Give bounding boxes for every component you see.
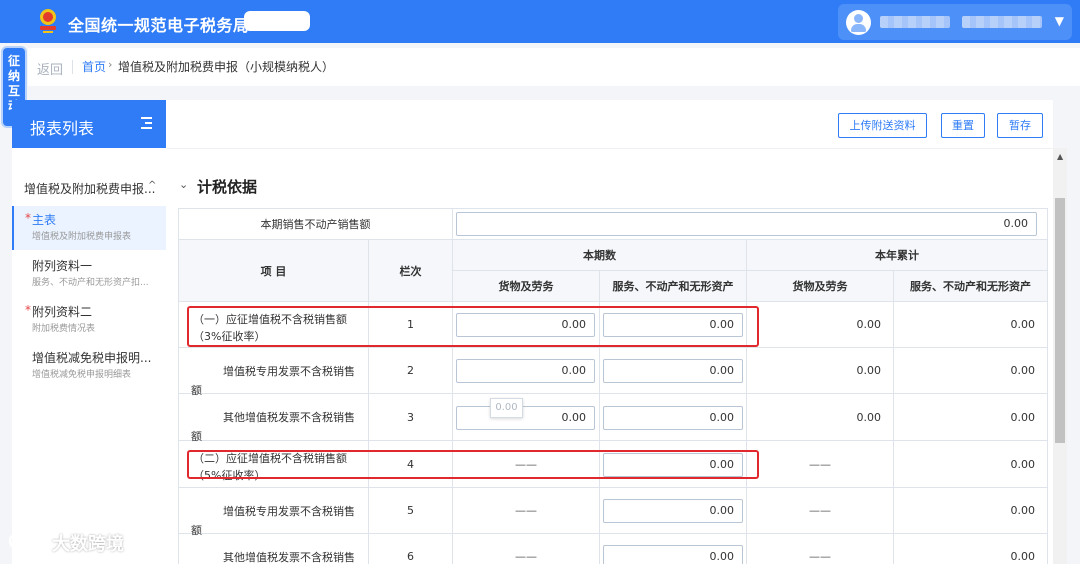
ytd-services: 0.00: [894, 441, 1048, 488]
top-header: 全国统一规范电子税务局 ▼: [0, 0, 1080, 43]
goods-cell: ——: [453, 534, 600, 564]
sidebar-item-sub: 附加税费情况表: [32, 324, 96, 334]
line-number: 2: [369, 348, 453, 394]
upload-attachment-button[interactable]: 上传附送资料: [838, 113, 927, 138]
chevron-up-icon[interactable]: ^: [148, 180, 156, 191]
required-mark: *: [25, 303, 31, 317]
table-row-label: 增值税专用发票不含税销售额: [179, 348, 369, 397]
input-tooltip: 0.00: [490, 398, 523, 418]
user-name-redacted: [880, 16, 950, 28]
header-services: 服务、不动产和无形资产: [600, 271, 747, 302]
header-ytd: 本年累计: [747, 240, 1048, 271]
ytd-goods: 0.00: [747, 302, 894, 348]
save-draft-button[interactable]: 暂存: [997, 113, 1043, 138]
sidebar-group-vat[interactable]: 增值税及附加税费申报...: [24, 180, 155, 197]
line-number: 6: [369, 534, 453, 564]
table-row-label: （一）应征增值税不含税销售额 （3%征收率）: [179, 302, 369, 348]
required-mark: *: [25, 211, 31, 225]
breadcrumb-home-link[interactable]: 首页: [82, 58, 106, 75]
table-row-label: （二）应征增值税不含税销售额 （5%征收率）: [179, 441, 369, 488]
ytd-goods: ——: [747, 488, 894, 534]
sidebar-item-schedule-1[interactable]: 附列资料一 服务、不动产和无形资产扣...: [12, 252, 166, 296]
ytd-services: 0.00: [894, 302, 1048, 348]
real-estate-label: 本期销售不动产销售额: [179, 209, 453, 240]
sidebar-item-label: 附列资料二: [32, 305, 93, 319]
real-estate-sales-input[interactable]: 0.00: [456, 212, 1037, 236]
header-ytd-goods: 货物及劳务: [747, 271, 894, 302]
line-number: 4: [369, 441, 453, 488]
line-number: 3: [369, 394, 453, 441]
row1-services-input[interactable]: 0.00: [603, 313, 743, 337]
header-goods: 货物及劳务: [453, 271, 600, 302]
ytd-goods: ——: [747, 441, 894, 488]
row5-services-input[interactable]: 0.00: [603, 499, 743, 523]
table-row-label: 其他增值税发票不含税销售额: [179, 394, 369, 443]
avatar: [846, 10, 871, 35]
ytd-goods: 0.00: [747, 348, 894, 394]
row1-goods-input[interactable]: 0.00: [456, 313, 595, 337]
header-current-period: 本期数: [453, 240, 747, 271]
sidebar-item-main-form[interactable]: * 主表 增值税及附加税费申报表: [12, 206, 166, 250]
user-company-redacted: [962, 16, 1042, 28]
goods-cell: ——: [453, 441, 600, 488]
header-ytd-services: 服务、不动产和无形资产: [894, 271, 1048, 302]
ytd-services: 0.00: [894, 394, 1048, 441]
ytd-goods: ——: [747, 534, 894, 564]
reset-button[interactable]: 重置: [941, 113, 985, 138]
chevron-right-icon: ›: [108, 58, 113, 71]
region-selector[interactable]: [244, 11, 310, 31]
sidebar-item-sub: 增值税减免税申报明细表: [32, 370, 132, 380]
chevron-down-icon[interactable]: ⌄: [179, 178, 188, 191]
report-list-sidebar: 报表列表 增值税及附加税费申报... ^ * 主表 增值税及附加税费申报表 附列…: [12, 100, 167, 564]
row4-services-input[interactable]: 0.00: [603, 453, 743, 477]
watermark-text: 大数跨境: [52, 534, 124, 555]
line-number: 1: [369, 302, 453, 348]
row2-goods-input[interactable]: 0.00: [456, 359, 595, 383]
chevron-down-icon[interactable]: ▼: [1055, 14, 1064, 28]
row3-services-input[interactable]: 0.00: [603, 406, 743, 430]
row3-goods-input[interactable]: 0.00: [456, 406, 595, 430]
watermark-logo-icon: [8, 532, 45, 550]
divider: [72, 60, 73, 74]
breadcrumb: 返回 首页 › 增值税及附加税费申报（小规模纳税人）: [28, 48, 1080, 86]
sidebar-header: 报表列表: [12, 100, 166, 148]
goods-cell: ——: [453, 488, 600, 534]
site-title: 全国统一规范电子税务局: [68, 16, 250, 35]
header-line: 栏次: [369, 240, 453, 302]
back-link[interactable]: 返回: [37, 59, 63, 78]
user-menu[interactable]: ▼: [838, 4, 1072, 40]
line-number: 5: [369, 488, 453, 534]
scroll-up-arrow-icon[interactable]: ▲: [1057, 152, 1063, 161]
ytd-goods: 0.00: [747, 394, 894, 441]
active-indicator: [12, 206, 14, 250]
row6-services-input[interactable]: 0.00: [603, 545, 743, 564]
ytd-services: 0.00: [894, 534, 1048, 564]
breadcrumb-current: 增值税及附加税费申报（小规模纳税人）: [118, 60, 335, 74]
ytd-services: 0.00: [894, 348, 1048, 394]
section-title: 计税依据: [197, 178, 258, 196]
header-item: 项 目: [179, 240, 369, 302]
sidebar-item-schedule-2[interactable]: * 附列资料二 附加税费情况表: [12, 298, 166, 342]
sidebar-item-reduction-detail[interactable]: 增值税减免税申报明... 增值税减免税申报明细表: [12, 344, 166, 388]
divider: [167, 148, 1053, 149]
table-row-label: 增值税专用发票不含税销售额: [179, 488, 369, 537]
scrollbar-thumb[interactable]: [1055, 198, 1065, 443]
tax-emblem-icon: [40, 9, 56, 33]
sidebar-item-label: 附列资料一: [32, 259, 93, 273]
sidebar-item-label: 增值税减免税申报明...: [32, 351, 152, 365]
sidebar-item-label: 主表: [32, 213, 57, 227]
sidebar-item-sub: 增值税及附加税费申报表: [32, 232, 132, 242]
sidebar-item-sub: 服务、不动产和无形资产扣...: [32, 278, 149, 288]
table-row-label: 其他增值税发票不含税销售额: [179, 534, 369, 564]
ytd-services: 0.00: [894, 488, 1048, 534]
sidebar-title: 报表列表: [30, 119, 95, 138]
menu-icon[interactable]: [141, 117, 152, 132]
row2-services-input[interactable]: 0.00: [603, 359, 743, 383]
